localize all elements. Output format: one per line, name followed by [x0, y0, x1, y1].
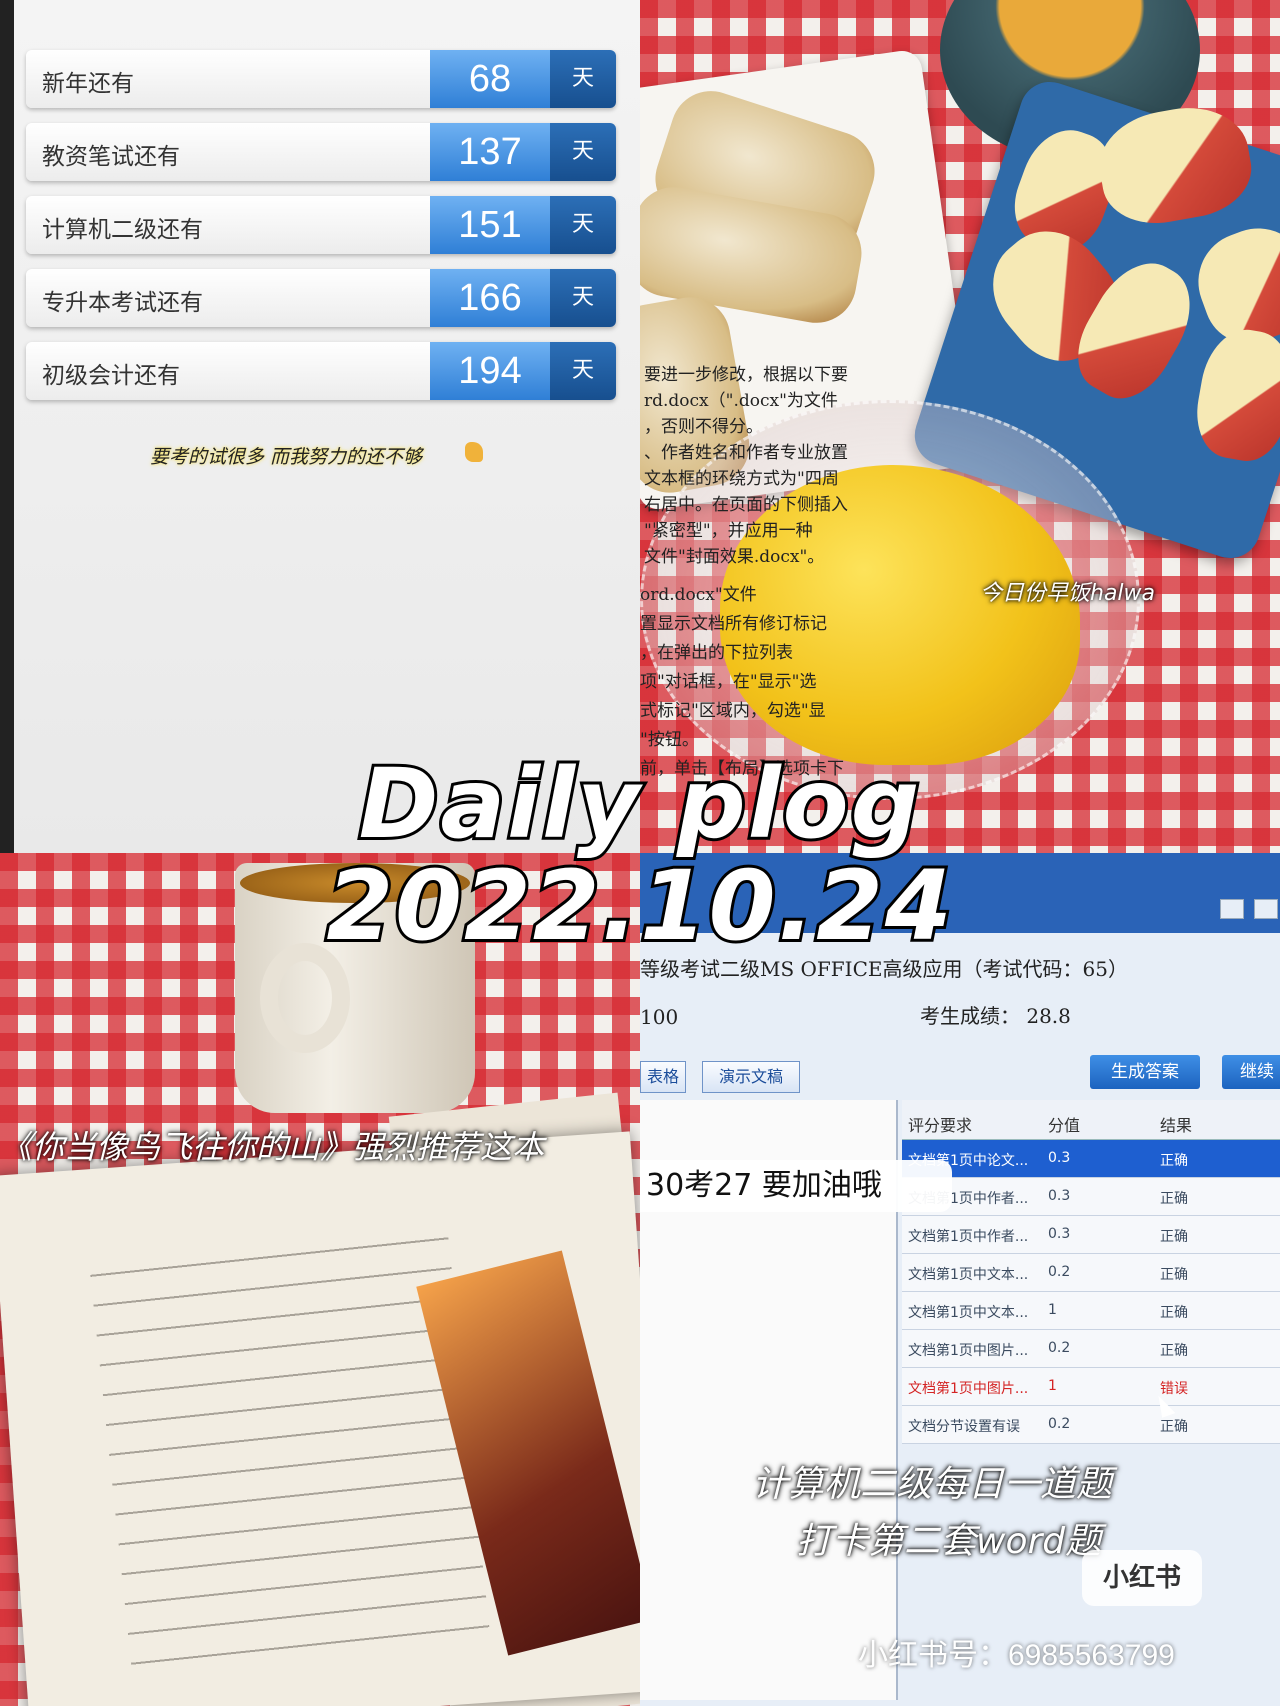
cell-requirement: 文档第1页中作者...: [908, 1229, 1029, 1245]
cell-score: 1: [1048, 1378, 1057, 1394]
countdown-days: 68: [430, 50, 550, 108]
countdown-label: 新年还有: [42, 71, 134, 97]
cell-result: 正确: [1160, 1343, 1188, 1359]
grading-header: 评分要求 分值 结果: [902, 1100, 1280, 1140]
cell-score: 0.3: [1048, 1188, 1071, 1204]
table-row[interactable]: 文档第1页中作者... 0.3 正确: [902, 1216, 1280, 1254]
countdown-row-accounting[interactable]: 初级会计还有 194 天: [26, 342, 616, 400]
motto-caption: 要考的试很多 而我努力的还不够: [150, 446, 423, 468]
countdown-unit: 天: [550, 196, 616, 254]
countdown-label: 初级会计还有: [42, 363, 180, 389]
countdown-unit: 天: [550, 50, 616, 108]
phone-edge: [0, 0, 14, 853]
countdown-label: 教资笔试还有: [42, 144, 180, 170]
col-header-requirement: 评分要求: [908, 1116, 973, 1135]
exam-caption-2: 打卡第二套word题: [796, 1521, 1102, 1562]
cell-score: 1: [1048, 1302, 1057, 1318]
countdown-days: 166: [430, 269, 550, 327]
countdown-row-teacher-exam[interactable]: 教资笔试还有 137 天: [26, 123, 616, 181]
cell-requirement: 文档第1页中图片...: [908, 1343, 1029, 1359]
book-photo: [0, 853, 640, 1706]
book-caption: 《你当像鸟飞往你的山》强烈推荐这本: [0, 1128, 545, 1166]
col-header-score: 分值: [1048, 1116, 1081, 1135]
countdown-unit: 天: [550, 342, 616, 400]
grading-table: 评分要求 分值 结果 文档第1页中论文... 0.3 正确 文档第1页中作者... 0…: [902, 1100, 1280, 1444]
generate-answer-button[interactable]: 生成答案: [1090, 1055, 1200, 1089]
col-header-result: 结果: [1160, 1116, 1193, 1135]
cell-score: 0.2: [1048, 1264, 1071, 1280]
cell-result: 正确: [1160, 1305, 1188, 1321]
countdown-days: 194: [430, 342, 550, 400]
countdown-days: 151: [430, 196, 550, 254]
countdown-label: 计算机二级还有: [42, 217, 203, 243]
table-row[interactable]: 文档第1页中论文... 0.3 正确: [902, 1140, 1280, 1178]
countdown-unit: 天: [550, 269, 616, 327]
countdown-unit: 天: [550, 123, 616, 181]
countdown-panel: 新年还有 68 天 教资笔试还有 137 天 计算机二级还有 151 天 专升本…: [0, 0, 640, 853]
score-note-caption: 30考27 要加油哦: [640, 1160, 952, 1212]
table-row[interactable]: 文档第1页中图片... 0.2 正确: [902, 1330, 1280, 1368]
cell-result: 正确: [1160, 1153, 1188, 1169]
cell-result: 正确: [1160, 1419, 1188, 1435]
countdown-row-newyear[interactable]: 新年还有 68 天: [26, 50, 616, 108]
countdown-row-upgrade-exam[interactable]: 专升本考试还有 166 天: [26, 269, 616, 327]
cell-requirement: 文档第1页中文本...: [908, 1267, 1029, 1283]
tab-presentation[interactable]: 演示文稿: [702, 1061, 800, 1093]
countdown-list: 新年还有 68 天 教资笔试还有 137 天 计算机二级还有 151 天 专升本…: [26, 50, 616, 415]
cell-result: 正确: [1160, 1191, 1188, 1207]
xiaohongshu-id: 小红书号：6985563799: [858, 1639, 1175, 1672]
tab-spreadsheet[interactable]: 表格: [640, 1061, 686, 1093]
cell-requirement: 文档第1页中文本...: [908, 1305, 1029, 1321]
countdown-label: 专升本考试还有: [42, 290, 203, 316]
title-date: 2022.10.24: [323, 847, 954, 965]
continue-button[interactable]: 继续: [1222, 1055, 1280, 1089]
question-text-body: 要进一步修改，根据以下要 rd.docx（".docx"为文件 ，否则不得分。 …: [644, 365, 848, 567]
muscle-emoji-icon: [465, 442, 483, 462]
exam-caption-1: 计算机二级每日一道题: [752, 1464, 1113, 1505]
score-value: 28.8: [1026, 1004, 1071, 1028]
xiaohongshu-logo: 小红书: [1082, 1550, 1202, 1606]
countdown-days: 137: [430, 123, 550, 181]
score-line: 考生成绩： 28.8: [920, 1000, 1071, 1029]
table-row[interactable]: 文档第1页中图片... 1 错误: [902, 1368, 1280, 1406]
cell-score: 0.3: [1048, 1150, 1071, 1166]
countdown-row-computer-level2[interactable]: 计算机二级还有 151 天: [26, 196, 616, 254]
title-line-1: Daily plog: [356, 745, 923, 863]
cell-result: 正确: [1160, 1267, 1188, 1283]
breakfast-caption: 今日份早饭halwa: [980, 581, 1156, 606]
cell-requirement: 文档分节设置有误: [908, 1419, 1020, 1435]
table-row[interactable]: 文档分节设置有误 0.2 正确: [902, 1406, 1280, 1444]
full-score: 100: [640, 1005, 679, 1029]
table-row[interactable]: 文档第1页中文本... 1 正确: [902, 1292, 1280, 1330]
score-label: 考生成绩：: [920, 1004, 1020, 1028]
table-row[interactable]: 文档第1页中作者... 0.3 正确: [902, 1178, 1280, 1216]
table-row[interactable]: 文档第1页中文本... 0.2 正确: [902, 1254, 1280, 1292]
cell-score: 0.2: [1048, 1340, 1071, 1356]
cell-score: 0.2: [1048, 1416, 1071, 1432]
cell-result: 正确: [1160, 1229, 1188, 1245]
cell-requirement: 文档第1页中图片...: [908, 1381, 1029, 1397]
cell-score: 0.3: [1048, 1226, 1071, 1242]
